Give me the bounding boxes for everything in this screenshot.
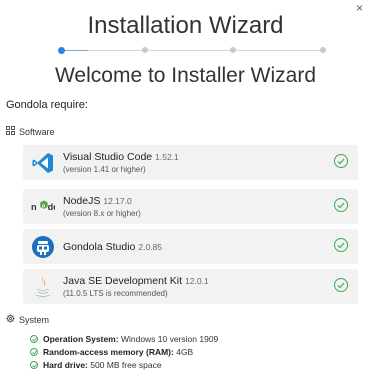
step-dot-4 [320,47,326,53]
software-item-note: (version 1.41 or higher) [63,165,146,174]
check-circle-icon [334,154,348,168]
svg-text:n: n [31,202,37,212]
software-item-note: (11.0.5 LTS is recommended) [63,289,168,298]
system-requirement: Hard drive: 500 MB free space [30,360,162,370]
svg-text:de: de [48,202,55,212]
step-dot-2 [142,47,148,53]
system-section-label: System [19,315,50,325]
check-circle-icon [30,348,38,356]
check-circle-icon [334,198,348,212]
system-section-header: System [6,314,49,326]
software-item-note: (version 8.x or higher) [63,209,141,218]
step-progress [58,46,328,56]
java-icon [31,275,55,299]
software-section-header: Software [6,126,55,138]
nodejs-icon: n o de [31,195,55,219]
software-item-vscode: Visual Studio Code 1.52.1 (version 1.41 o… [23,145,358,180]
software-item-java: Java SE Development Kit 12.0.1 (11.0.5 LT… [23,269,358,304]
step-dot-1 [58,47,65,54]
software-item-name: Gondola Studio 2.0.85 [63,241,163,253]
software-item-name: Java SE Development Kit 12.0.1 [63,275,209,287]
software-item-nodejs: n o de NodeJS12.17.0 (version 8.x or hig… [23,189,358,224]
software-item-name: NodeJS 12.17.0 [63,195,132,207]
check-circle-icon [334,238,348,252]
step-dot-3 [230,47,236,53]
check-circle-icon [30,335,38,343]
gondola-icon [31,235,55,259]
software-section-label: Software [19,127,55,137]
system-requirement: Operation System: Windows 10 version 190… [30,334,218,344]
step-track [64,50,324,51]
vscode-icon [31,151,55,175]
check-circle-icon [334,278,348,292]
grid-icon [6,126,15,138]
software-item-gondola: Gondola Studio 2.0.85 [23,229,358,264]
require-label: Gondola require: [6,99,88,111]
welcome-heading: Welcome to Installer Wizard [54,64,317,87]
software-item-name: Visual Studio Code 1.52.1 [63,151,179,163]
gear-icon [6,314,15,326]
system-requirement: Random-access memory (RAM): 4GB [30,347,193,357]
step-track-active [64,50,88,51]
check-circle-icon [30,361,38,369]
wizard-title: Installation Wizard [87,12,284,39]
